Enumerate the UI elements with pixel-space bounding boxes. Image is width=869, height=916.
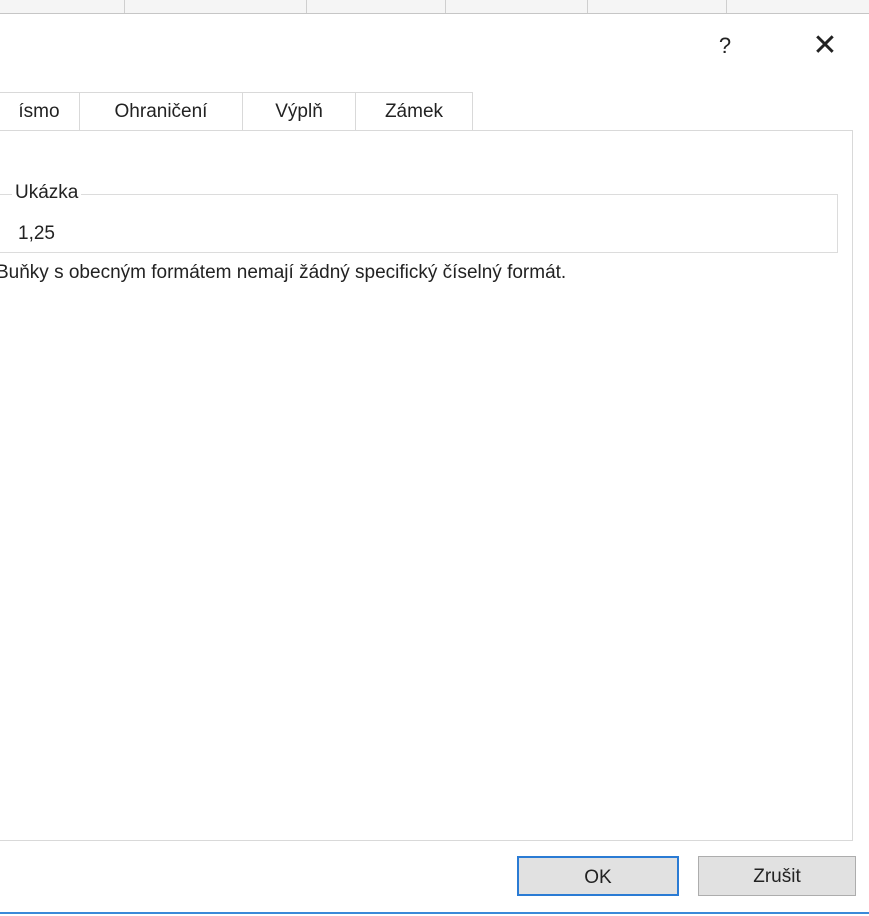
sample-title: Ukázka: [12, 182, 82, 204]
sample-value: 1,25: [18, 223, 55, 244]
tab-fill[interactable]: Výplň: [242, 92, 356, 131]
sample-groupbox: [0, 194, 838, 253]
column-separator: [306, 0, 307, 13]
tab-protection[interactable]: Zámek: [355, 92, 473, 131]
column-separator: [587, 0, 588, 13]
format-description: Buňky s obecným formátem nemají žádný sp…: [0, 262, 567, 283]
close-icon: ✕: [812, 29, 838, 62]
background-spreadsheet-strip: [0, 0, 869, 14]
window-bottom-border: [0, 912, 869, 914]
tab-font[interactable]: ísmo: [0, 92, 80, 131]
tab-border[interactable]: Ohraničení: [79, 92, 243, 131]
ok-button[interactable]: OK: [517, 856, 679, 896]
cancel-button[interactable]: Zrušit: [698, 856, 856, 896]
column-separator: [726, 0, 727, 13]
column-separator: [124, 0, 125, 13]
close-button[interactable]: ✕: [805, 26, 845, 66]
column-separator: [445, 0, 446, 13]
help-button[interactable]: ?: [705, 28, 745, 64]
